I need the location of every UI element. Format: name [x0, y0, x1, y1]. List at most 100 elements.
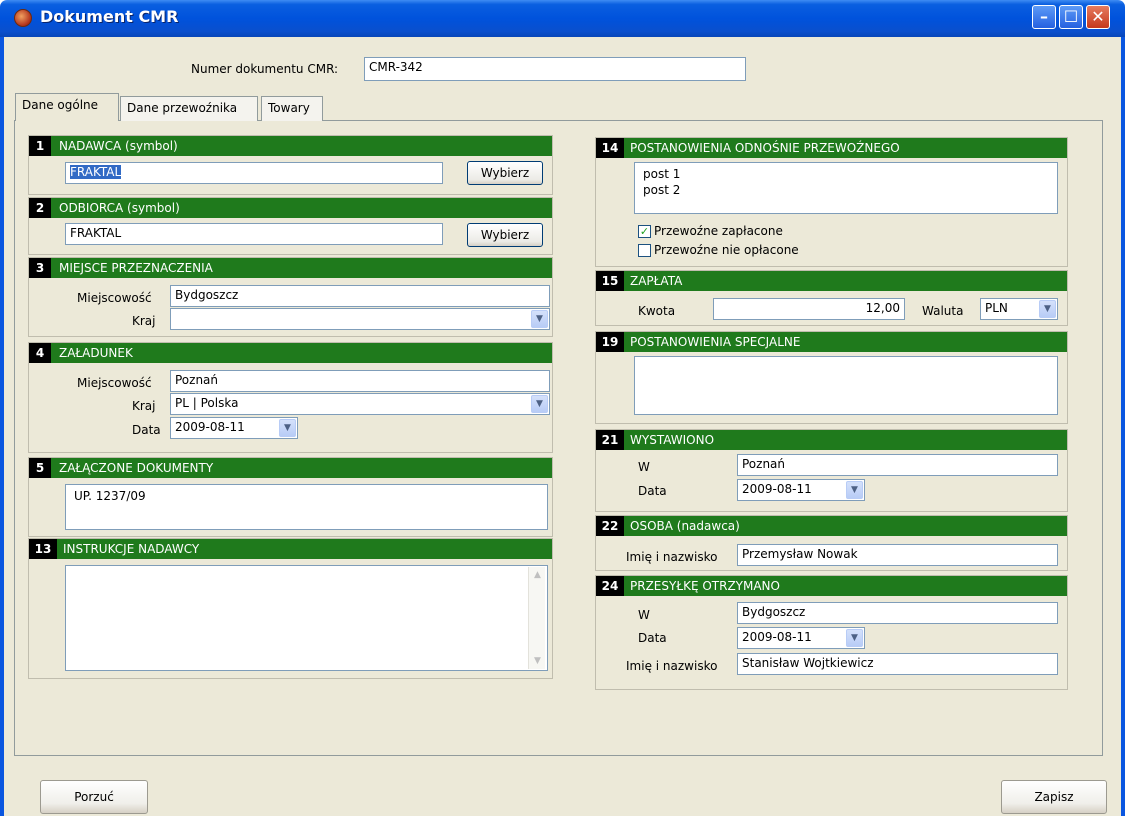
- section-recipient: 2 ODBIORCA (symbol) FRAKTAL Wybierz: [28, 197, 553, 255]
- chevron-down-icon[interactable]: ▼: [279, 419, 296, 437]
- section-loading: 4 ZAŁADUNEK Miejscowość Poznań Kraj PL |…: [28, 342, 553, 453]
- section-number: 24: [596, 576, 624, 596]
- section-attached-documents: 5 ZAŁĄCZONE DOKUMENTY UP. 1237/09: [28, 457, 553, 537]
- issued-place-input[interactable]: Poznań: [737, 454, 1058, 476]
- section-title: POSTANOWIENIA ODNOŚNIE PRZEWOŹNEGO: [630, 141, 900, 155]
- section-number: 21: [596, 430, 624, 450]
- section-special-provisions: 19 POSTANOWIENIA SPECJALNE: [595, 331, 1068, 424]
- received-date-label: Data: [638, 631, 667, 645]
- choose-sender-button[interactable]: Wybierz: [467, 161, 543, 185]
- destination-country-select[interactable]: [170, 308, 550, 330]
- section-header: 15 ZAPŁATA: [596, 271, 1067, 291]
- section-issued: 21 WYSTAWIONO W Poznań Data 2009-08-11 ▼: [595, 429, 1068, 512]
- section-title: WYSTAWIONO: [630, 433, 715, 447]
- section-header: 1 NADAWCA (symbol): [29, 136, 552, 156]
- loading-country-label: Kraj: [132, 399, 156, 413]
- section-number: 2: [29, 198, 51, 218]
- sender-instructions-textarea[interactable]: [65, 565, 548, 671]
- loading-city-label: Miejscowość: [77, 376, 152, 390]
- window-titlebar[interactable]: Dokument CMR – ☐ ✕: [0, 0, 1125, 37]
- section-consignment-received: 24 PRZESYŁKĘ OTRZYMANO W Bydgoszcz Data …: [595, 575, 1068, 690]
- sender-person-name-label: Imię i nazwisko: [626, 550, 718, 564]
- sender-person-name-input[interactable]: Przemysław Nowak: [737, 544, 1058, 566]
- received-place-label: W: [638, 608, 650, 622]
- section-number: 1: [29, 136, 51, 156]
- section-number: 15: [596, 271, 624, 291]
- chevron-down-icon[interactable]: ▼: [846, 481, 863, 499]
- loading-date-label: Data: [132, 423, 161, 437]
- section-title: PRZESYŁKĘ OTRZYMANO: [630, 579, 780, 593]
- minimize-icon: –: [1040, 7, 1048, 26]
- section-title: ZAPŁATA: [630, 274, 683, 288]
- checkbox-carriage-paid[interactable]: ✓: [638, 225, 651, 238]
- scrollbar[interactable]: ▲ ▼: [528, 567, 545, 669]
- section-title: OSOBA (nadawca): [630, 519, 740, 533]
- cancel-button[interactable]: Porzuć: [40, 780, 148, 814]
- section-header: 3 MIEJSCE PRZEZNACZENIA: [29, 258, 552, 278]
- sender-symbol-value: FRAKTAL: [70, 165, 122, 179]
- minimize-button[interactable]: –: [1032, 5, 1056, 29]
- section-title: ODBIORCA (symbol): [59, 201, 180, 215]
- tab-general[interactable]: Dane ogólne: [15, 93, 119, 121]
- section-number: 3: [29, 258, 51, 278]
- section-number: 22: [596, 516, 624, 536]
- attached-documents-textarea[interactable]: UP. 1237/09: [65, 484, 548, 530]
- close-button[interactable]: ✕: [1086, 5, 1110, 29]
- section-title: ZAŁADUNEK: [59, 346, 133, 360]
- tab-goods[interactable]: Towary: [261, 96, 323, 121]
- amount-input[interactable]: 12,00: [713, 298, 905, 320]
- section-carriage-provisions: 14 POSTANOWIENIA ODNOŚNIE PRZEWOŹNEGO po…: [595, 137, 1068, 267]
- issued-date-label: Data: [638, 484, 667, 498]
- special-provisions-textarea[interactable]: [634, 356, 1058, 415]
- section-sender: 1 NADAWCA (symbol) FRAKTAL Wybierz: [28, 135, 553, 195]
- section-sender-person: 22 OSOBA (nadawca) Imię i nazwisko Przem…: [595, 515, 1068, 571]
- section-header: 5 ZAŁĄCZONE DOKUMENTY: [29, 458, 552, 478]
- carriage-unpaid-label: Przewoźne nie opłacone: [654, 243, 799, 257]
- carriage-provisions-textarea[interactable]: post 1 post 2: [634, 162, 1058, 214]
- section-number: 13: [29, 539, 57, 559]
- window-title: Dokument CMR: [40, 7, 179, 26]
- maximize-button[interactable]: ☐: [1059, 5, 1083, 29]
- section-header: 13 INSTRUKCJE NADAWCY: [29, 539, 552, 559]
- loading-city-input[interactable]: Poznań: [170, 370, 550, 392]
- chevron-down-icon[interactable]: ▼: [1039, 300, 1056, 318]
- destination-country-label: Kraj: [132, 314, 156, 328]
- checkbox-carriage-unpaid[interactable]: [638, 244, 651, 257]
- maximize-icon: ☐: [1063, 7, 1079, 26]
- section-title: NADAWCA (symbol): [59, 139, 178, 153]
- scroll-up-icon[interactable]: ▲: [529, 567, 546, 583]
- section-number: 5: [29, 458, 51, 478]
- section-destination: 3 MIEJSCE PRZEZNACZENIA Miejscowość Bydg…: [28, 257, 553, 337]
- section-header: 14 POSTANOWIENIA ODNOŚNIE PRZEWOŹNEGO: [596, 138, 1067, 158]
- received-place-input[interactable]: Bydgoszcz: [737, 602, 1058, 624]
- section-title: INSTRUKCJE NADAWCY: [63, 542, 200, 556]
- scroll-down-icon[interactable]: ▼: [529, 653, 546, 669]
- chevron-down-icon[interactable]: ▼: [531, 395, 548, 413]
- section-payment: 15 ZAPŁATA Kwota 12,00 Waluta PLN ▼: [595, 270, 1068, 326]
- chevron-down-icon[interactable]: ▼: [531, 310, 548, 328]
- save-button[interactable]: Zapisz: [1001, 780, 1107, 814]
- section-title: POSTANOWIENIA SPECJALNE: [630, 335, 801, 349]
- doc-number-input[interactable]: CMR-342: [364, 57, 746, 81]
- section-number: 14: [596, 138, 624, 158]
- recipient-symbol-input[interactable]: FRAKTAL: [65, 223, 443, 245]
- section-number: 19: [596, 332, 624, 352]
- destination-city-label: Miejscowość: [77, 291, 152, 305]
- received-name-input[interactable]: Stanisław Wojtkiewicz: [737, 653, 1058, 675]
- choose-recipient-button[interactable]: Wybierz: [467, 223, 543, 247]
- destination-city-input[interactable]: Bydgoszcz: [170, 285, 550, 307]
- section-title: ZAŁĄCZONE DOKUMENTY: [59, 461, 214, 475]
- section-number: 4: [29, 343, 51, 363]
- section-header: 4 ZAŁADUNEK: [29, 343, 552, 363]
- issued-place-label: W: [638, 460, 650, 474]
- section-header: 21 WYSTAWIONO: [596, 430, 1067, 450]
- loading-country-select[interactable]: PL | Polska: [170, 393, 550, 415]
- tab-carrier[interactable]: Dane przewoźnika: [120, 96, 258, 121]
- received-name-label: Imię i nazwisko: [626, 659, 718, 673]
- chevron-down-icon[interactable]: ▼: [846, 629, 863, 647]
- sender-symbol-input[interactable]: FRAKTAL: [65, 162, 443, 184]
- close-icon: ✕: [1091, 7, 1105, 26]
- amount-label: Kwota: [638, 304, 676, 318]
- section-header: 24 PRZESYŁKĘ OTRZYMANO: [596, 576, 1067, 596]
- section-title: MIEJSCE PRZEZNACZENIA: [59, 261, 213, 275]
